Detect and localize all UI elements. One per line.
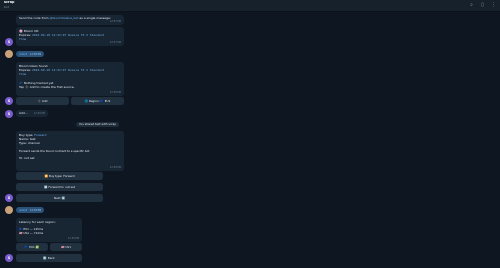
- expires-value[interactable]: 2024-09-18 12:21:07 Russia TZ 2 Standard: [32, 33, 104, 37]
- forward-to-button[interactable]: ↩️ Forward to: not set: [16, 183, 103, 191]
- user-message: /start 12:59 PM: [16, 207, 45, 213]
- message-time: 12:58 PM: [109, 90, 121, 94]
- message-time: 12:59 PM: [30, 209, 42, 212]
- bot-message: Buy type: Forward Name: test Type: chann…: [16, 131, 124, 171]
- bot-avatar[interactable]: S: [5, 254, 13, 262]
- expires-value[interactable]: 2024-09-18 12:21:07 Russia TZ 2 Standard: [32, 68, 104, 72]
- buy-type-button[interactable]: 🔀 Buy type: Forward: [16, 172, 103, 180]
- bot-message: Add... 12:59 PM: [16, 110, 48, 117]
- bot-avatar[interactable]: S: [5, 97, 13, 105]
- chat-title[interactable]: scrap: [4, 0, 14, 4]
- user-message: /start 12:58 PM: [16, 51, 45, 57]
- next-button[interactable]: Next ➡️: [16, 194, 103, 202]
- command-link[interactable]: /start: [19, 208, 27, 212]
- more-icon[interactable]: ⋮: [490, 2, 497, 9]
- bot-message: Send the code from @bloomSolana_bot as a…: [16, 15, 124, 25]
- search-icon[interactable]: ⌕: [468, 2, 475, 9]
- add-button[interactable]: ➕ Add: [16, 97, 69, 105]
- mention-link[interactable]: @bloomSolana_bot: [50, 16, 79, 20]
- sidebar-icon[interactable]: ▯: [479, 2, 486, 9]
- back-button[interactable]: 🔙 Back: [16, 254, 82, 262]
- bot-message: Bloom token found. Expires: 2024-09-18 1…: [16, 62, 124, 96]
- bot-message: Latency for each region: 🇪🇺 EU1 — 145ms …: [16, 218, 82, 242]
- chat-subtitle: bot: [4, 5, 9, 9]
- message-time: 12:57 PM: [109, 19, 121, 23]
- message-time: 12:58 PM: [30, 53, 42, 56]
- bot-avatar[interactable]: S: [5, 194, 13, 202]
- region-button[interactable]: 🌐 Region: 🇪🇺 EU1: [71, 97, 124, 105]
- user-avatar[interactable]: [5, 206, 13, 214]
- chat-header: scrap bot ⌕ ▯ ⋮: [0, 0, 500, 12]
- user-avatar[interactable]: [5, 50, 13, 58]
- message-time: 12:59 PM: [109, 165, 121, 169]
- region-eu1-button[interactable]: 🇪🇺 EU1 ✅: [16, 243, 48, 251]
- message-time: 12:59 PM: [67, 236, 79, 240]
- bot-avatar[interactable]: S: [5, 38, 13, 46]
- message-time: 12:57 PM: [109, 40, 121, 44]
- command-link[interactable]: /start: [19, 52, 27, 56]
- message-title: Latency for each region:: [19, 220, 56, 224]
- region-us1-button[interactable]: 🇺🇸 US1: [50, 243, 82, 251]
- bot-avatar[interactable]: S: [5, 110, 13, 118]
- bot-message: 🌸 Bloom OK Expires: 2024-09-18 12:21:07 …: [16, 27, 124, 46]
- service-notice: You shared text with scrap: [76, 122, 119, 127]
- message-time: 12:59 PM: [33, 111, 45, 115]
